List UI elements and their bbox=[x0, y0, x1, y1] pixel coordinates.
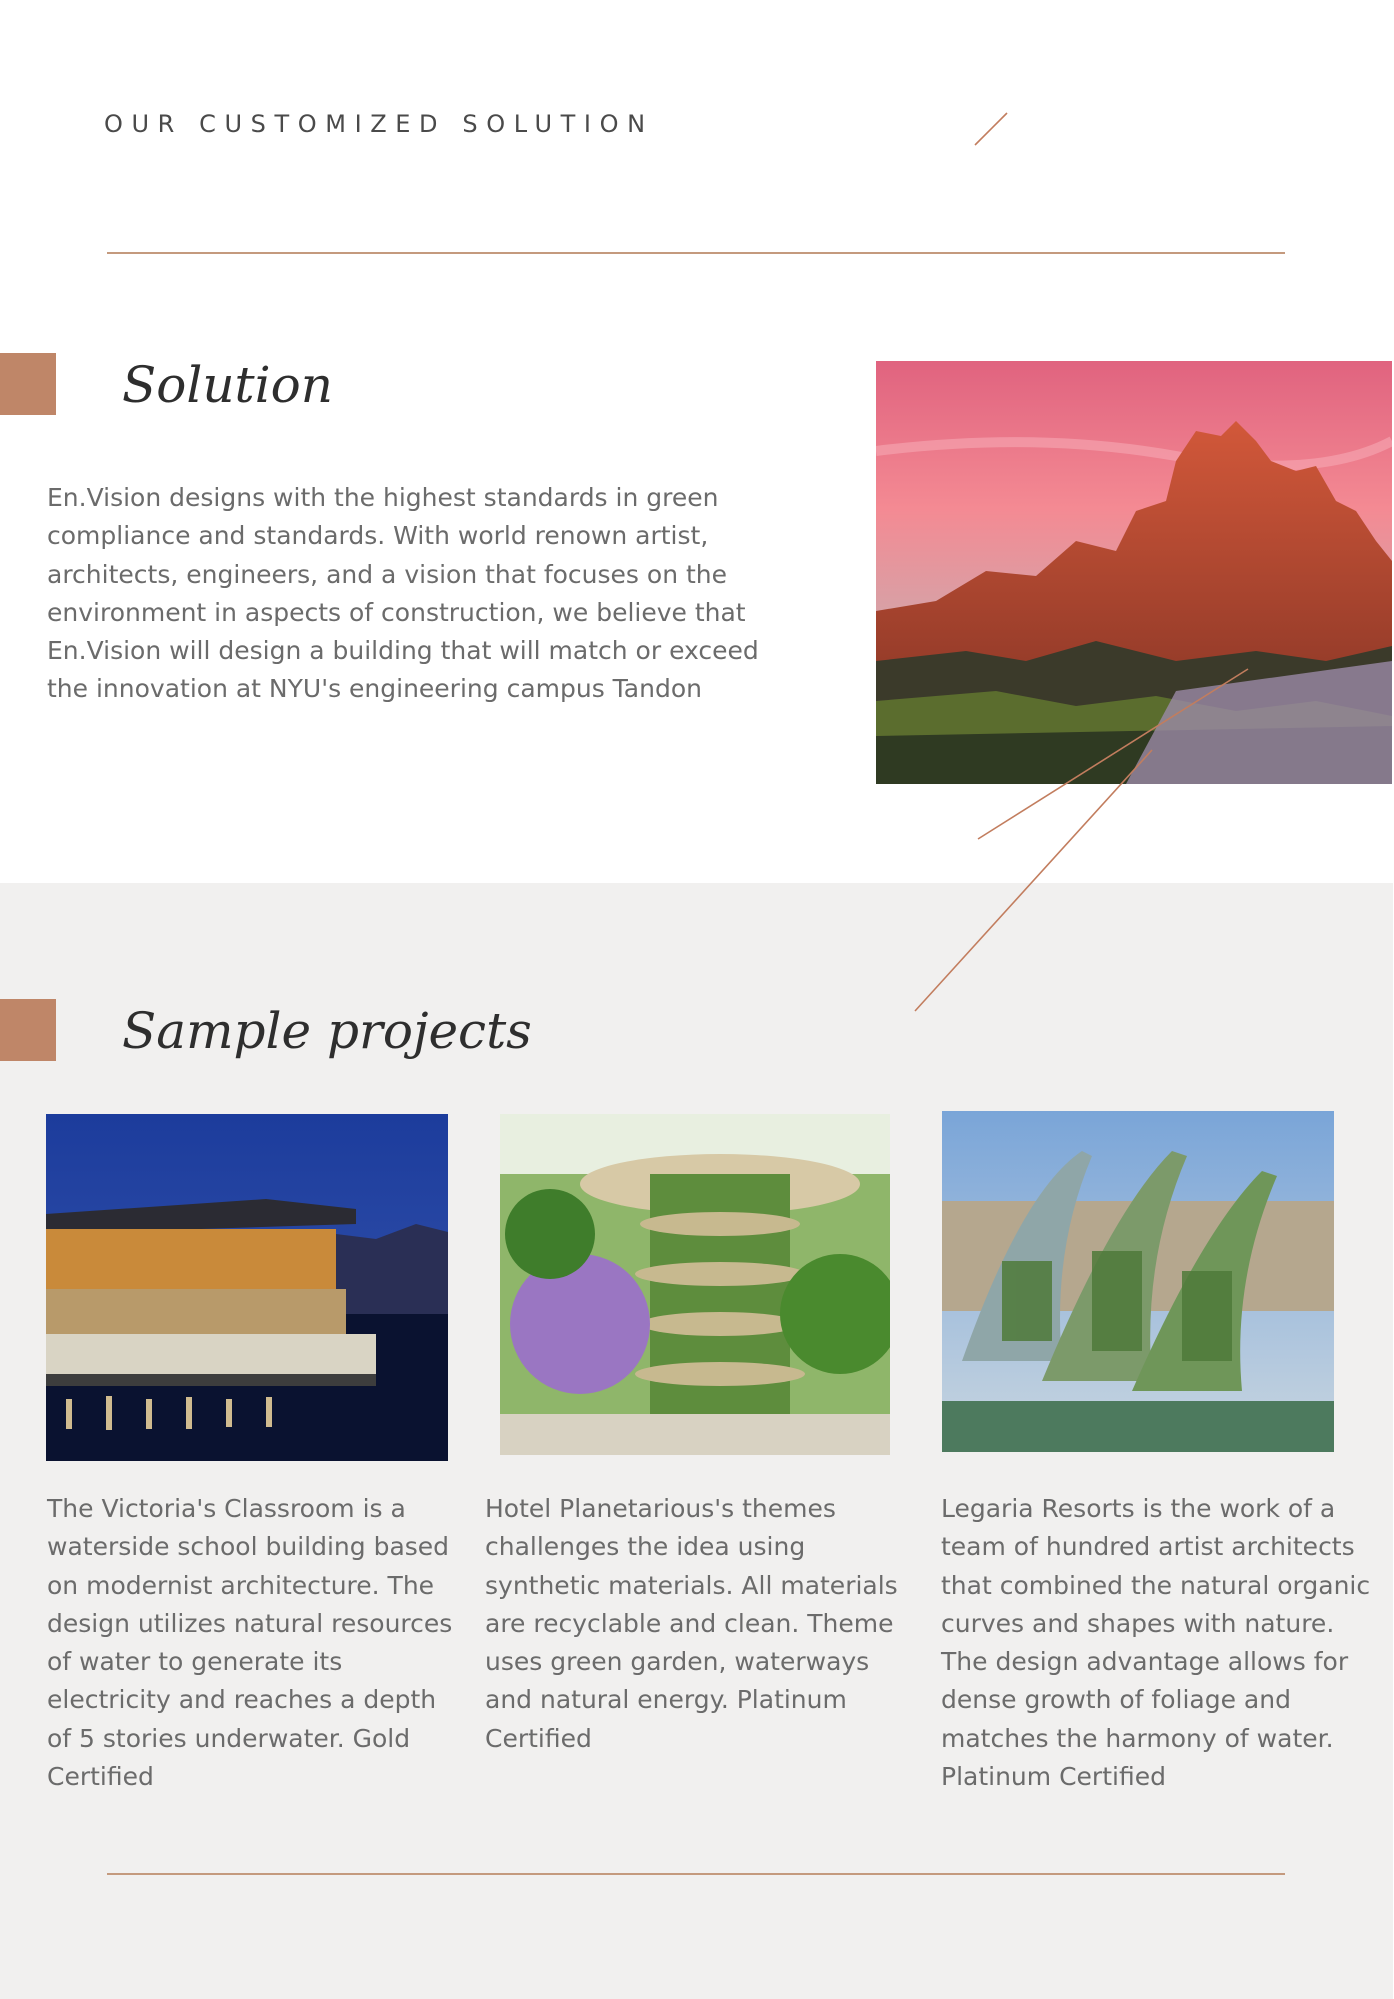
solution-marker bbox=[0, 353, 56, 415]
project-description: The Victoria's Classroom is a waterside … bbox=[47, 1494, 453, 1792]
top-divider bbox=[107, 252, 1285, 254]
waterside-building-photo bbox=[46, 1114, 448, 1461]
solution-body: En.Vision designs with the highest stand… bbox=[47, 483, 759, 704]
section-eyebrow: OUR CUSTOMIZED SOLUTION bbox=[104, 110, 654, 138]
sample-projects-marker bbox=[0, 999, 56, 1061]
project-description: Hotel Planetarious's themes challenges t… bbox=[485, 1494, 898, 1753]
mountain-landscape-photo bbox=[876, 361, 1392, 784]
solution-heading: Solution bbox=[122, 356, 333, 414]
bottom-divider bbox=[107, 1873, 1285, 1875]
sample-projects-heading: Sample projects bbox=[122, 1002, 532, 1060]
wave-buildings-photo bbox=[942, 1111, 1334, 1452]
project-description: Legaria Resorts is the work of a team of… bbox=[941, 1494, 1371, 1792]
garden-tower-photo bbox=[500, 1114, 890, 1455]
